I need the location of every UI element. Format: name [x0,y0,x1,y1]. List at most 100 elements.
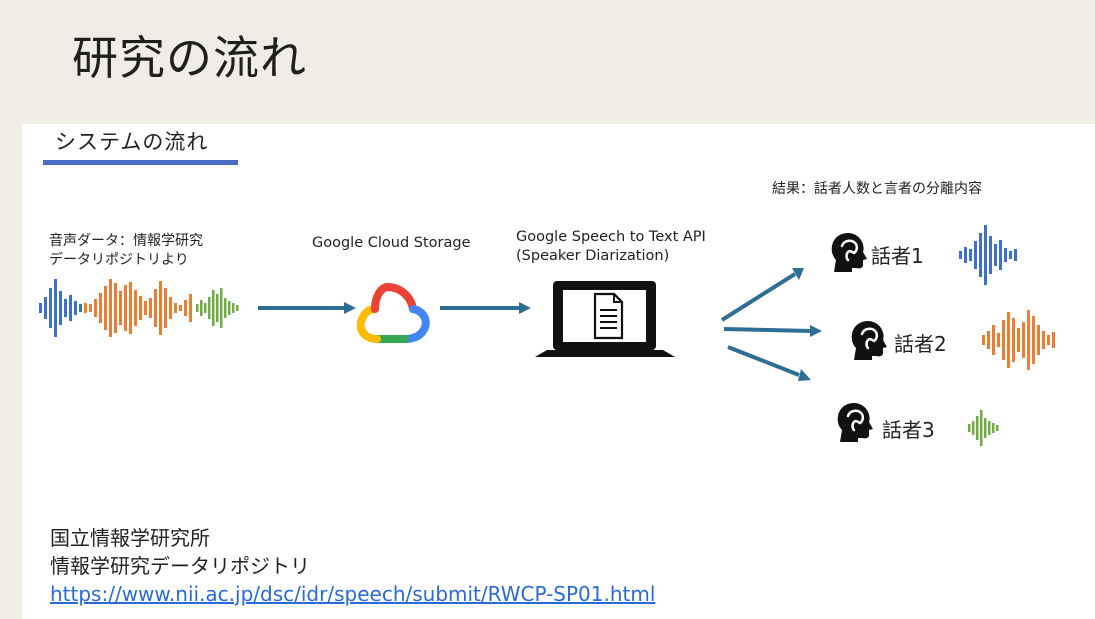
api-label-line2: (Speaker Diarization) [516,248,670,264]
credits: 国立情報学研究所 情報学研究データリポジトリ https://www.nii.a… [50,524,655,608]
waveform-bar [1022,322,1025,358]
waveform-bar [59,291,62,325]
arrow-to-speaker-2 [723,327,813,333]
speaker-head-icon [837,402,873,442]
waveform-bar [69,295,72,321]
waveform-bar [1042,331,1045,349]
waveform-bar [174,303,177,313]
waveform-bar [982,335,985,345]
waveform-bar [39,303,42,313]
waveform-bar [959,251,962,259]
waveform-bar [139,296,142,320]
waveform-bar [109,279,112,337]
waveform-bar [1037,325,1040,355]
storage-label: Google Cloud Storage [312,235,471,251]
source-label-line1: 音声ダータ：情報学研究 [49,233,203,249]
api-label-line1: Google Speech to Text API [516,229,706,245]
waveform-bar [216,294,219,322]
waveform-bar [969,249,972,261]
waveform-bar [144,301,147,315]
waveform-bar [1004,248,1007,262]
result-label: 結果：話者人数と言者の分離内容 [772,181,982,197]
waveform-bar [54,279,57,337]
waveform-bar [99,293,102,323]
waveform-bar [999,240,1002,270]
waveform-bar [129,282,132,334]
waveform-bar [1002,320,1005,360]
waveform-bar [1017,328,1020,352]
speaker-head-icon [831,232,867,272]
waveform-bar [189,294,192,322]
waveform-bar [204,303,207,313]
waveform-bar [104,286,107,330]
waveform-bar [980,410,983,446]
waveform-bar [149,298,152,318]
speaker-head-icon [851,320,887,360]
credits-institute: 国立情報学研究所 [50,526,210,550]
waveform-bar [224,298,227,318]
waveform-bar [1012,318,1015,362]
waveform-bar [228,301,231,315]
waveform-bar [1047,335,1050,345]
waveform-bar [236,305,239,311]
credits-repository: 情報学研究データリポジトリ [50,554,310,578]
arrow-head-storage [344,302,356,314]
waveform-bar [1027,310,1030,370]
waveform-bar [994,244,997,266]
waveform-bar [164,288,167,328]
waveform-bar [984,418,987,438]
waveform-bar [1032,316,1035,364]
waveform-bar [212,290,215,326]
document-icon [593,292,624,340]
waveform-bar [179,305,182,311]
waveform-bar [989,236,992,274]
waveform-bar [196,304,199,312]
waveform-bar [232,303,235,313]
waveform-bar [976,416,979,440]
waveform-bar [997,333,1000,347]
laptop-document-icon [535,281,675,357]
waveform-bar [974,241,977,269]
slide-title: 研究の流れ [72,31,307,85]
waveform-bar [988,421,991,435]
waveform-bar [79,304,82,312]
waveform-bar [64,299,67,317]
diagram-panel: システムの流れ 音声ダータ：情報学研究 データリポジトリより Google Cl… [22,124,1095,619]
waveform-bar [84,303,87,313]
waveform-bar [1014,249,1017,261]
waveform-bar [114,283,117,333]
waveform-bar [984,225,987,285]
arrow-head-speaker-2 [810,325,822,337]
waveform-bar [184,300,187,316]
source-label: 音声ダータ：情報学研究 データリポジトリより [49,232,203,270]
arrow-to-speaker-3 [727,345,800,377]
waveform-bar [208,297,211,319]
waveform-bar [987,331,990,349]
waveform-bar [154,289,157,327]
speaker-1-waveform [959,225,1017,285]
waveform-bar [1007,312,1010,368]
waveform-bar [968,424,971,432]
waveform-bar [992,325,995,355]
google-cloud-icon [356,283,430,343]
waveform-bar [44,297,47,319]
waveform-bar [992,423,995,433]
waveform-bar [94,299,97,317]
waveform-bar [1009,251,1012,259]
source-label-line2: データリポジトリより [49,252,189,268]
waveform-bar [134,290,137,326]
waveform-bar [200,300,203,316]
speaker-2-waveform [982,310,1055,370]
waveform-bar [89,304,92,312]
arrow-head-api [519,302,531,314]
waveform-bar [159,281,162,335]
waveform-bar [74,301,77,315]
audio-waveform-icon [39,279,239,337]
speaker-1-label: 話者1 [871,244,924,268]
waveform-bar [119,291,122,325]
waveform-bar [996,425,999,431]
waveform-bar [972,421,975,435]
api-label: Google Speech to Text API (Speaker Diari… [516,228,706,266]
waveform-bar [979,233,982,277]
credits-url-link[interactable]: https://www.nii.ac.jp/dsc/idr/speech/sub… [50,582,655,606]
